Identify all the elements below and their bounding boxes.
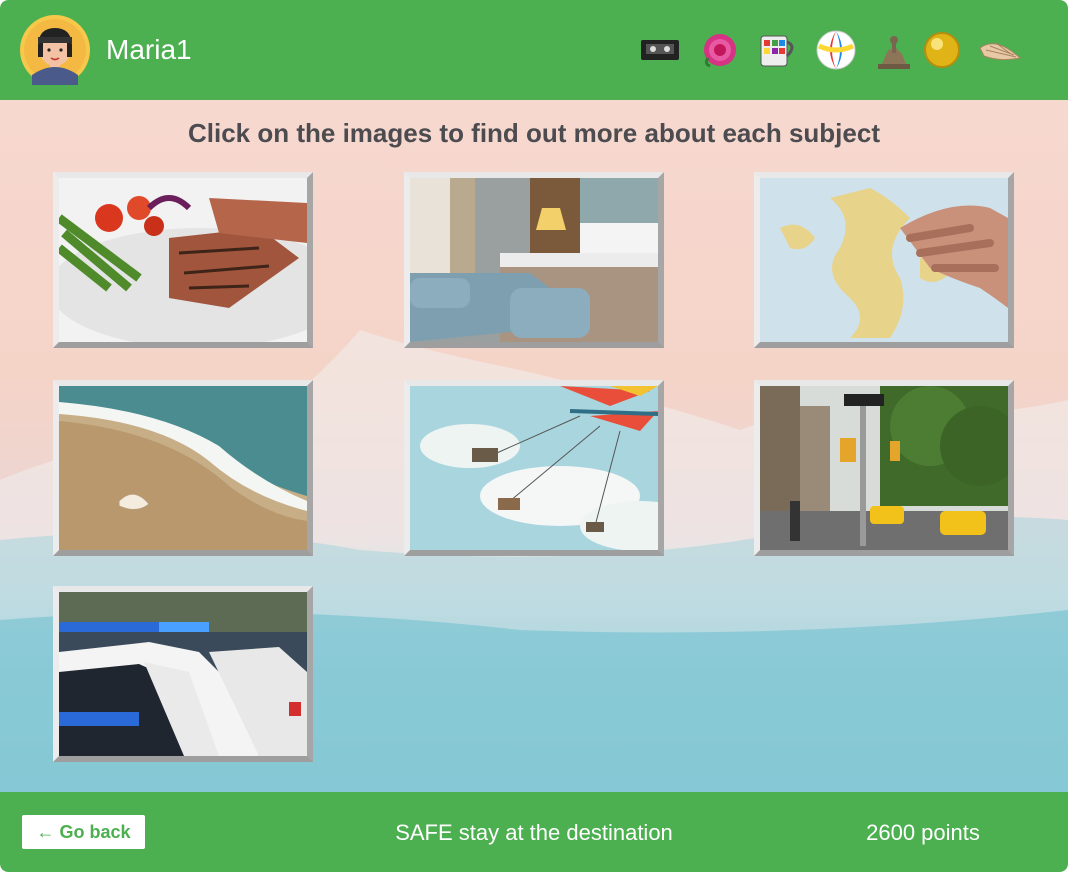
footer-bar: ← Go back SAFE stay at the destination 2…	[0, 792, 1068, 872]
beach-background: Click on the images to find out more abo…	[0, 100, 1068, 792]
user-avatar[interactable]	[20, 15, 90, 85]
tile-beach[interactable]	[53, 380, 313, 556]
page-title: Click on the images to find out more abo…	[188, 118, 880, 148]
tile-frame	[754, 172, 1014, 348]
tile-swing-ride[interactable]	[404, 380, 664, 556]
tile-map[interactable]	[754, 172, 1014, 348]
tile-frame	[53, 172, 313, 348]
app-window: Maria1 Click on the images to find out m…	[0, 0, 1068, 872]
username: Maria1	[106, 34, 192, 65]
vhs-tape-icon[interactable]	[638, 28, 682, 72]
tile-food[interactable]	[53, 172, 313, 348]
module-title: SAFE stay at the destination	[395, 820, 673, 845]
tile-frame	[53, 380, 313, 556]
tile-hotel-room[interactable]	[404, 172, 664, 348]
header-bar: Maria1	[0, 0, 1068, 100]
beach-ball-icon[interactable]	[814, 28, 858, 72]
tile-city-street[interactable]	[754, 380, 1014, 556]
tile-frame	[53, 586, 313, 762]
gold-ball-icon[interactable]	[920, 28, 964, 72]
seashell-icon[interactable]	[978, 28, 1022, 72]
tile-frame	[404, 380, 664, 556]
go-back-button[interactable]: ← Go back	[22, 815, 145, 849]
tile-police-car[interactable]	[53, 586, 313, 762]
rose-icon[interactable]	[698, 28, 742, 72]
tile-frame	[754, 380, 1014, 556]
points-counter: 2600 points	[866, 820, 980, 845]
mug-icon[interactable]	[755, 28, 799, 72]
statue-icon[interactable]	[872, 28, 916, 72]
tile-frame	[404, 172, 664, 348]
